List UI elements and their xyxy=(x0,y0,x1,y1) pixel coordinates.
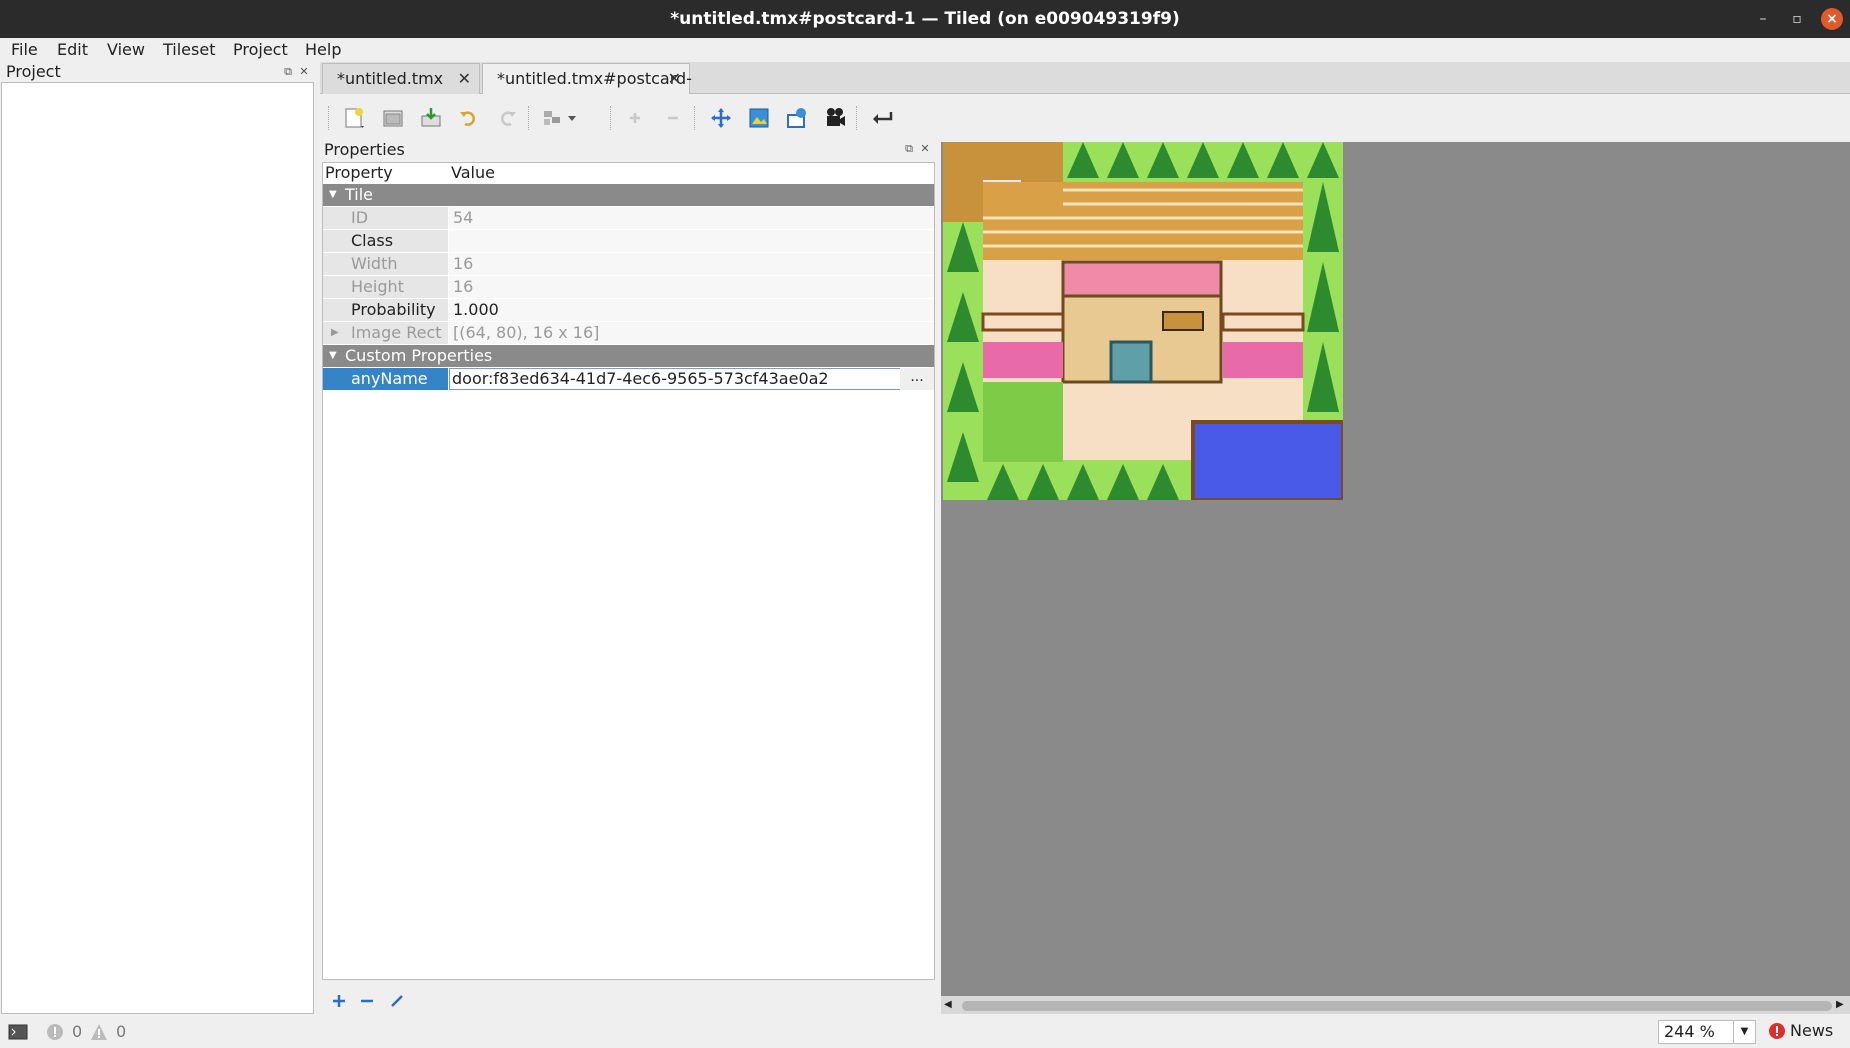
tab-label: *untitled.tmx xyxy=(337,69,444,88)
properties-table[interactable]: Property Value ▼ Tile ID 54 Class Width … xyxy=(322,162,935,980)
tile-map-image[interactable] xyxy=(943,142,1343,500)
toolbar-separator xyxy=(610,106,612,130)
property-row-class[interactable]: Class xyxy=(323,230,934,253)
new-file-icon[interactable] xyxy=(340,104,370,132)
property-value[interactable] xyxy=(449,230,934,252)
save-icon[interactable] xyxy=(416,104,446,132)
rename-property-button[interactable] xyxy=(386,990,408,1012)
tileset-options-icon[interactable] xyxy=(538,104,582,132)
property-row-id[interactable]: ID 54 xyxy=(323,207,934,230)
remove-tile-icon[interactable] xyxy=(658,104,688,132)
property-value[interactable]: 1.000 xyxy=(449,299,934,321)
property-value: 54 xyxy=(449,207,934,229)
undo-icon[interactable] xyxy=(454,104,484,132)
scroll-right-icon[interactable]: ▶ xyxy=(1836,999,1844,1010)
window-title-bar: *untitled.tmx#postcard-1 — Tiled (on e00… xyxy=(0,0,1850,38)
scrollbar-thumb[interactable] xyxy=(962,1001,1832,1011)
property-value-input[interactable]: door:f83ed634-41d7-4ec6-9565-573cf43ae0a… xyxy=(449,368,903,390)
property-key: Height xyxy=(323,276,449,298)
scroll-left-icon[interactable]: ◀ xyxy=(944,999,952,1010)
property-row-width[interactable]: Width 16 xyxy=(323,253,934,276)
open-icon[interactable] xyxy=(378,104,408,132)
group-label: Custom Properties xyxy=(345,346,493,365)
error-icon[interactable] xyxy=(46,1023,64,1045)
value-column-header[interactable]: Value xyxy=(451,163,931,183)
object-editor-icon[interactable] xyxy=(782,104,812,132)
toolbar xyxy=(320,94,1850,142)
property-key: Probability xyxy=(323,299,449,321)
property-key: ▶ Image Rect xyxy=(323,322,449,344)
add-property-button[interactable] xyxy=(328,990,350,1012)
menu-help[interactable]: Help xyxy=(303,38,343,62)
menu-project[interactable]: Project xyxy=(231,38,290,62)
toolbar-separator xyxy=(528,106,530,130)
expand-icon[interactable]: ▶ xyxy=(331,322,339,344)
tile-group-header[interactable]: ▼ Tile xyxy=(323,184,934,206)
animation-editor-icon[interactable] xyxy=(820,104,850,132)
toolbar-separator xyxy=(328,106,330,130)
remove-property-button[interactable] xyxy=(356,990,378,1012)
minimize-button[interactable]: – xyxy=(1752,8,1774,30)
property-key: Width xyxy=(323,253,449,275)
toolbar-separator xyxy=(694,106,696,130)
custom-properties-group-header[interactable]: ▼ Custom Properties xyxy=(323,345,934,367)
toolbar-separator xyxy=(856,106,858,130)
property-key-label: Image Rect xyxy=(351,323,442,342)
redo-icon[interactable] xyxy=(492,104,522,132)
return-icon[interactable] xyxy=(868,104,898,132)
close-tab-icon[interactable]: ✕ xyxy=(458,64,471,94)
project-panel[interactable] xyxy=(1,82,314,1014)
custom-property-row[interactable]: anyName door:f83ed634-41d7-4ec6-9565-573… xyxy=(323,368,934,391)
news-alert-icon[interactable] xyxy=(1768,1022,1786,1044)
collapse-icon[interactable]: ▼ xyxy=(329,345,337,367)
property-key: ID xyxy=(323,207,449,229)
move-icon[interactable] xyxy=(706,104,736,132)
tab-postcard-1[interactable]: *untitled.tmx#postcard-1 ✕ xyxy=(482,63,692,118)
menu-bar: File Edit View Tileset Project Help xyxy=(0,38,1850,62)
zoom-combobox[interactable]: 244 % ▼ xyxy=(1658,1020,1756,1044)
menu-view[interactable]: View xyxy=(105,38,147,62)
property-row-height[interactable]: Height 16 xyxy=(323,276,934,299)
more-button[interactable]: ... xyxy=(900,368,934,390)
dock-close-icon[interactable]: ✕ xyxy=(298,66,310,78)
news-button[interactable]: News xyxy=(1790,1021,1833,1040)
properties-dock-title: Properties xyxy=(324,140,405,159)
collapse-icon[interactable]: ▼ xyxy=(329,184,337,206)
add-tile-icon[interactable] xyxy=(620,104,650,132)
property-row-probability[interactable]: Probability 1.000 xyxy=(323,299,934,322)
group-label: Tile xyxy=(345,185,374,204)
chevron-down-icon[interactable]: ▼ xyxy=(1733,1021,1755,1043)
menu-edit[interactable]: Edit xyxy=(55,38,90,62)
dock-close-icon[interactable]: ✕ xyxy=(919,143,931,155)
project-dock-title: Project xyxy=(6,62,61,81)
close-window-button[interactable]: × xyxy=(1821,8,1843,30)
property-key: Class xyxy=(323,230,449,252)
zoom-value: 244 % xyxy=(1664,1022,1715,1041)
maximize-button[interactable]: ▫ xyxy=(1786,8,1808,30)
window-title: *untitled.tmx#postcard-1 — Tiled (on e00… xyxy=(670,9,1180,29)
warning-icon[interactable] xyxy=(90,1023,108,1045)
dock-float-icon[interactable]: ⧉ xyxy=(282,66,294,78)
property-key[interactable]: anyName xyxy=(323,368,449,390)
warning-count: 0 xyxy=(116,1022,127,1041)
property-column-header[interactable]: Property xyxy=(325,163,449,183)
property-value: 16 xyxy=(449,253,934,275)
menu-file[interactable]: File xyxy=(9,38,40,62)
status-bar: 0 0 244 % ▼ News xyxy=(0,1016,1850,1048)
property-value: [(64, 80), 16 x 16] xyxy=(449,322,934,344)
close-tab-icon[interactable]: ✕ xyxy=(668,64,681,94)
tab-bar: *untitled.tmx ✕ *untitled.tmx#postcard-1… xyxy=(320,62,1850,118)
error-count: 0 xyxy=(72,1022,83,1041)
dock-float-icon[interactable]: ⧉ xyxy=(903,143,915,155)
menu-tileset[interactable]: Tileset xyxy=(161,38,217,62)
tab-untitled-tmx[interactable]: *untitled.tmx ✕ xyxy=(322,63,480,94)
property-value: 16 xyxy=(449,276,934,298)
console-icon[interactable] xyxy=(8,1024,28,1044)
property-row-image-rect[interactable]: ▶ Image Rect [(64, 80), 16 x 16] xyxy=(323,322,934,345)
image-collection-icon[interactable] xyxy=(744,104,774,132)
